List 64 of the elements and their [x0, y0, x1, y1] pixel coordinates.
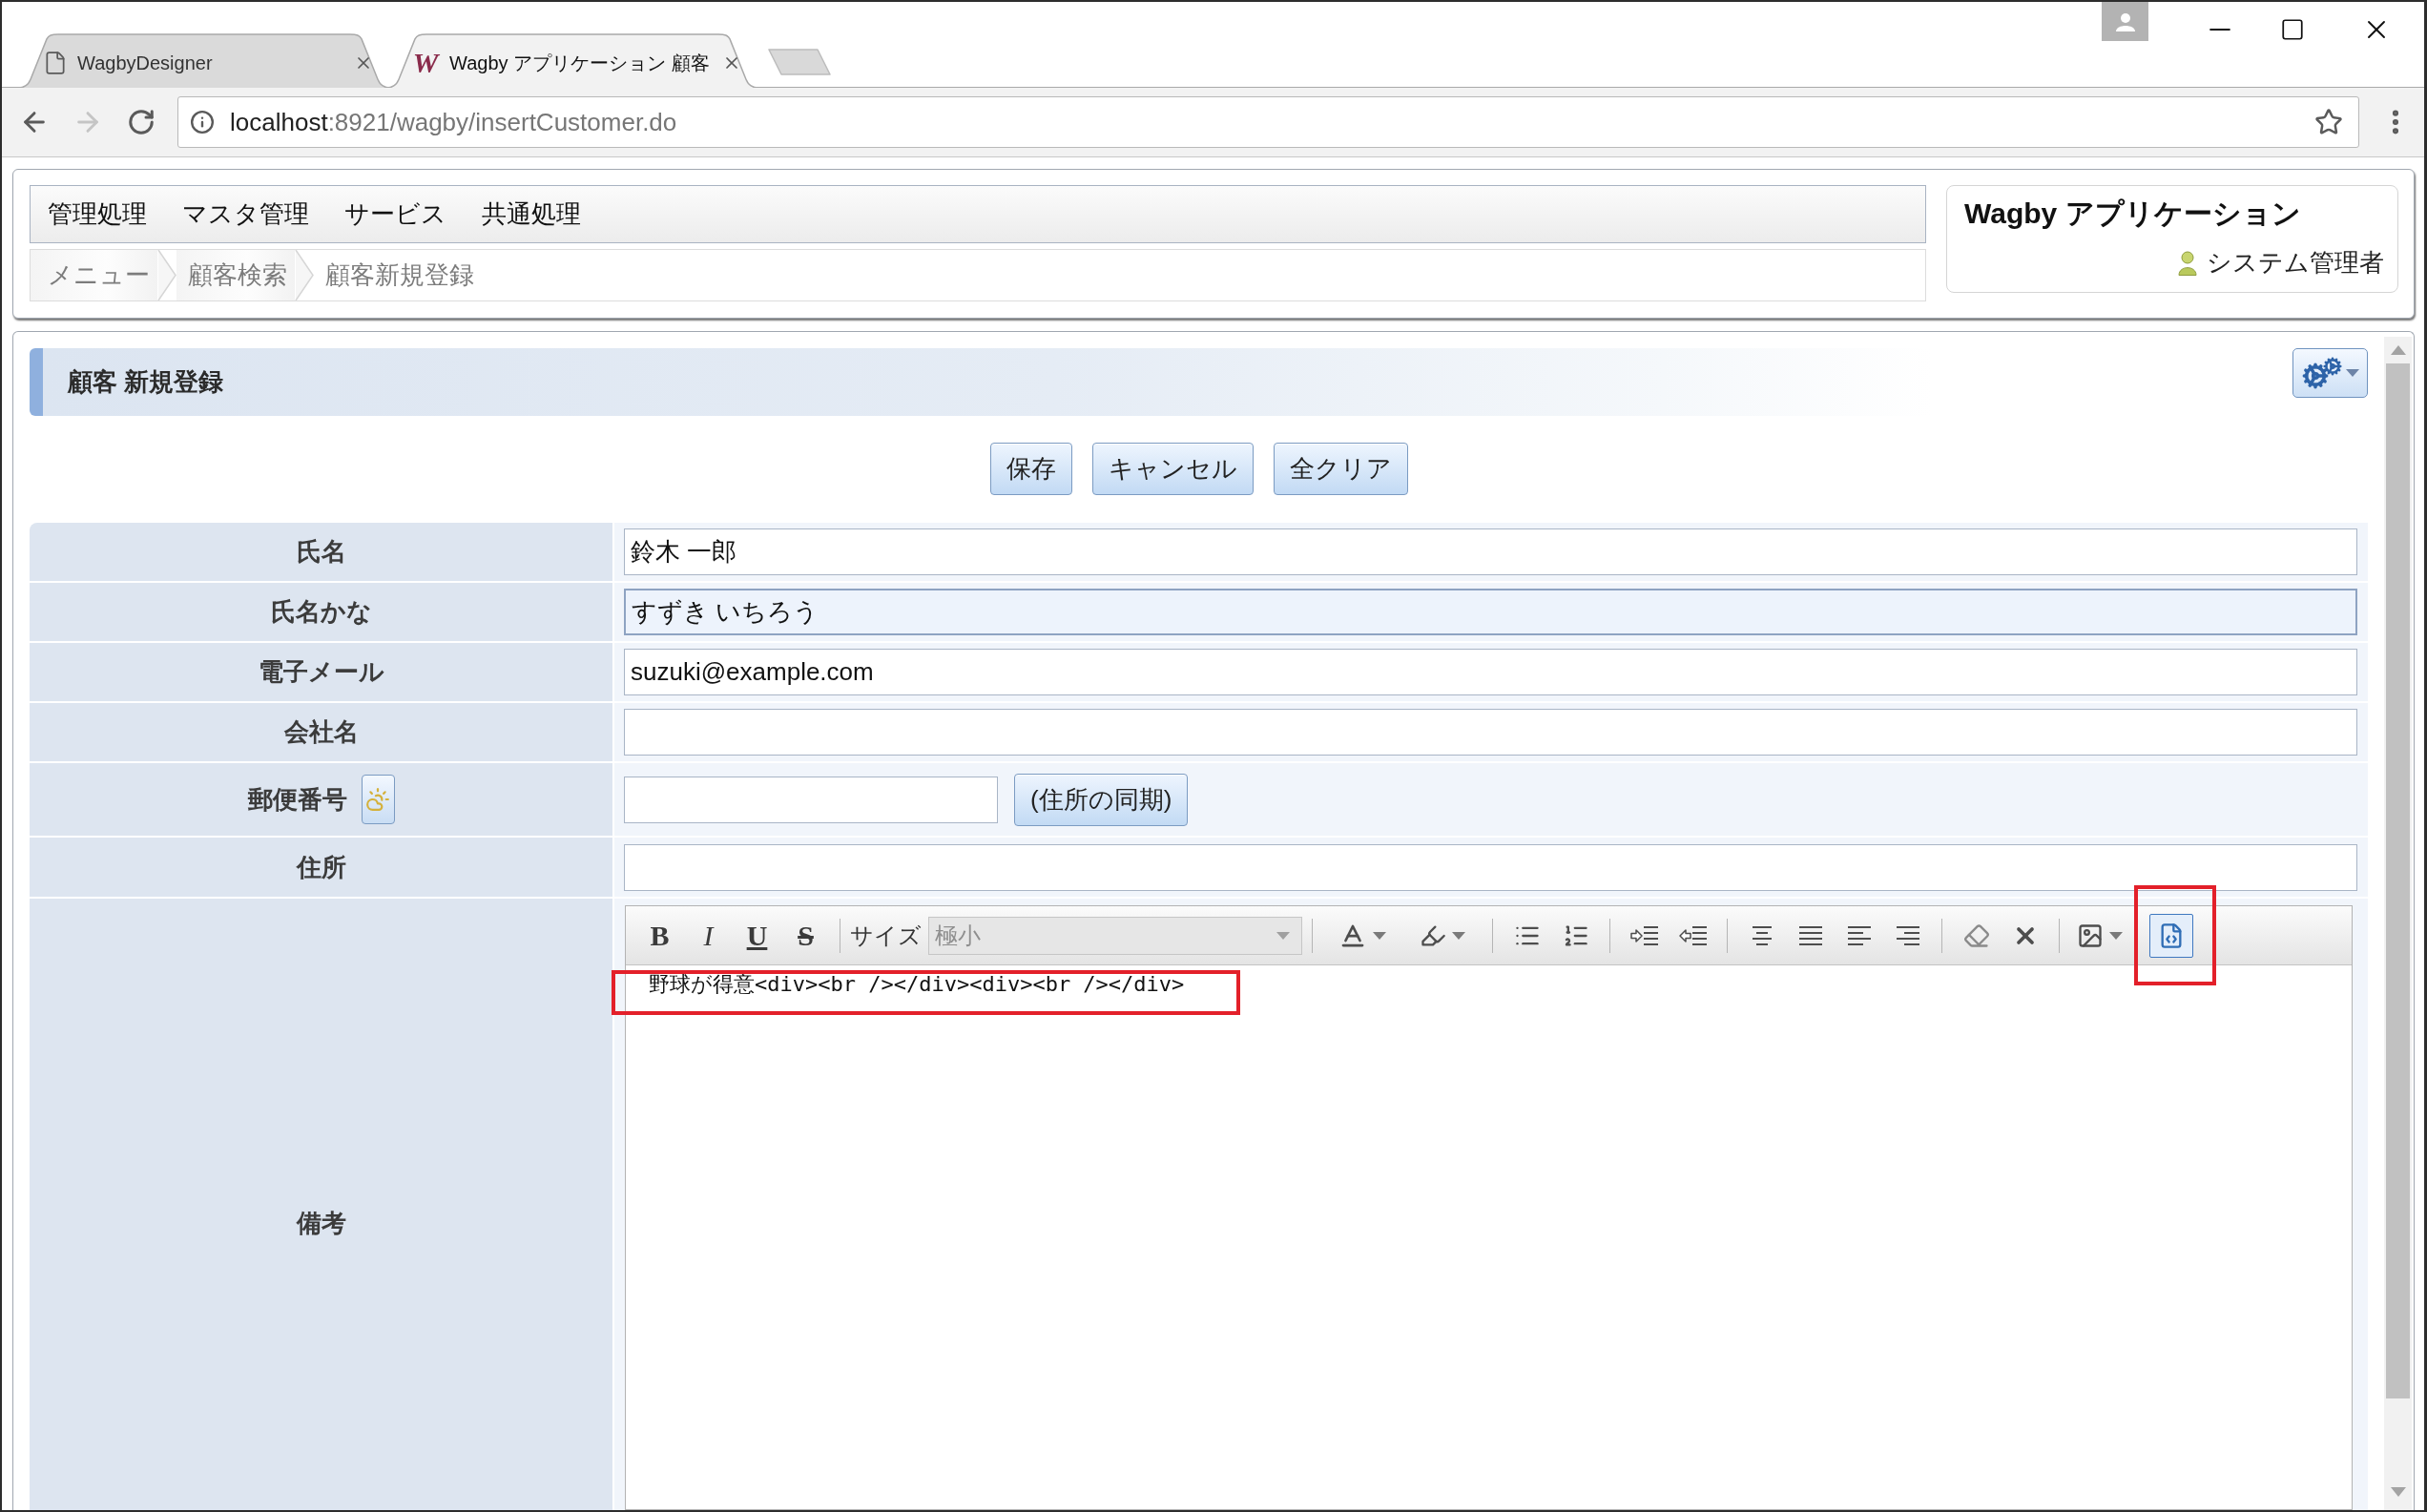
justify-icon [1797, 924, 1823, 946]
bold-button[interactable]: B [635, 914, 684, 957]
breadcrumb-item[interactable]: メニュー [31, 250, 157, 300]
settings-button[interactable] [2292, 348, 2368, 398]
browser-tab[interactable]: WagbyDesigner [18, 33, 390, 88]
underline-button[interactable]: U [733, 914, 781, 957]
sync-button[interactable]: (住所の同期) [1014, 773, 1189, 826]
outdent-icon [1678, 924, 1708, 946]
caret-icon [2345, 369, 2359, 377]
field-label: 氏名 [296, 536, 346, 568]
cloud-sun-icon [365, 787, 390, 812]
eraser-icon [1962, 922, 1990, 949]
text-field[interactable]: すずき いちろう [624, 589, 2357, 635]
menu-item[interactable]: 管理処理 [48, 197, 147, 231]
menu-item[interactable]: 共通処理 [482, 197, 581, 231]
text-field[interactable] [624, 709, 2357, 756]
field-label: 住所 [296, 851, 346, 883]
text-field[interactable] [624, 776, 998, 823]
image-icon [2077, 922, 2104, 949]
person-icon [2114, 11, 2136, 31]
menu-item[interactable]: マスタ管理 [182, 197, 309, 231]
cancel-button[interactable]: キャンセル [1091, 443, 1254, 495]
app-title: Wagby アプリケーション [1964, 197, 2302, 231]
user-name: システム管理者 [2207, 247, 2384, 279]
postal-code-button[interactable] [361, 775, 395, 824]
caret-icon [1452, 931, 1465, 940]
field-label: 備考 [296, 1208, 346, 1239]
text-field[interactable] [624, 843, 2357, 891]
text-field[interactable]: 鈴木 一郎 [624, 528, 2357, 575]
text-field[interactable]: suzuki@example.com [624, 649, 2357, 695]
save-button[interactable]: 保存 [989, 443, 1072, 495]
indent-icon [1629, 924, 1659, 946]
scrollbar-thumb[interactable] [2386, 363, 2410, 1398]
clear-button[interactable]: 全クリア [1273, 443, 1408, 495]
field-label: 氏名かな [270, 596, 372, 628]
user-icon [2178, 250, 2197, 276]
source-button[interactable] [2149, 913, 2193, 958]
tab-title: WagbyDesigner [77, 51, 214, 75]
document-icon [43, 50, 68, 75]
reload-icon[interactable] [127, 108, 156, 136]
info-icon[interactable] [190, 110, 215, 135]
strikethrough-button[interactable]: S [781, 914, 830, 957]
align-right-icon [1895, 924, 1920, 946]
field-label: 電子メール [258, 656, 384, 688]
menu-item[interactable]: サービス [344, 197, 446, 231]
tab-title: Wagby アプリケーション 顧客 [449, 51, 711, 75]
caret-icon [1276, 931, 1290, 940]
caret-icon [2109, 931, 2123, 940]
url-text: localhost:8921/wagby/insertCustomer.do [230, 107, 677, 137]
browser-tab[interactable]: W Wagby アプリケーション 顧客 [386, 33, 758, 88]
page-title: 顧客 新規登録 [68, 366, 224, 398]
field-label: 郵便番号 [247, 783, 347, 816]
gears-icon [2301, 357, 2342, 389]
size-label: サイズ [850, 921, 922, 950]
address-bar[interactable]: localhost:8921/wagby/insertCustomer.do [177, 96, 2359, 148]
align-left-icon [1846, 924, 1872, 946]
italic-button[interactable]: I [684, 914, 733, 957]
maximize-icon[interactable] [2280, 17, 2305, 42]
editor-text-area[interactable]: 野球が得意<div><br /></div><div><br /></div> [626, 965, 2352, 1509]
field-label: 会社名 [283, 716, 359, 748]
breadcrumb-item[interactable]: 顧客検索 [176, 250, 295, 300]
caret-icon [1373, 931, 1386, 940]
star-icon[interactable] [2314, 108, 2343, 136]
site-logo: W [411, 47, 440, 78]
